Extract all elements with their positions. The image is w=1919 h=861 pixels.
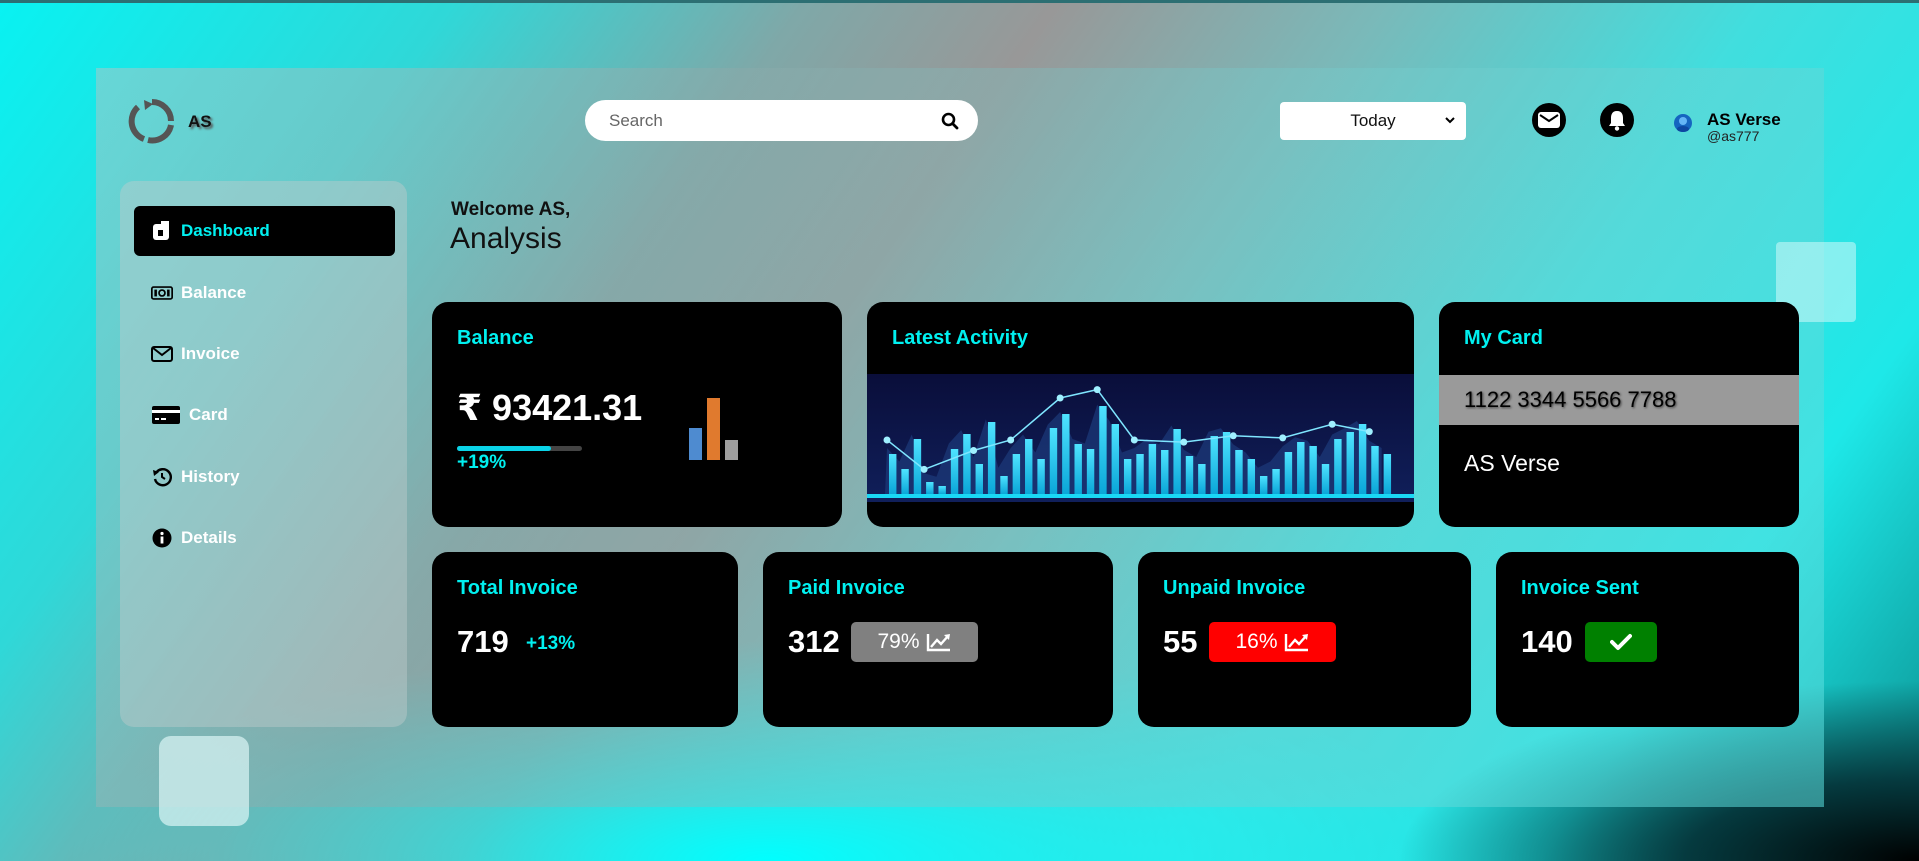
unpaid-invoice-value: 55 <box>1163 624 1198 659</box>
balance-change: +19% <box>457 452 507 473</box>
page-title: Analysis <box>450 222 562 255</box>
check-icon <box>1610 634 1632 650</box>
my-card: My Card 1122 3344 5566 7788 AS Verse <box>1439 302 1799 527</box>
sidebar-item-label: Card <box>189 405 228 424</box>
paid-invoice-percent: 79% <box>877 630 920 653</box>
sidebar-item-card[interactable]: Card <box>134 390 395 440</box>
card-title: Total Invoice <box>457 577 578 599</box>
invoice-sent-badge <box>1585 622 1657 662</box>
card-title: Paid Invoice <box>788 577 905 599</box>
sidebar-item-invoice[interactable]: Invoice <box>134 329 395 379</box>
user-name: AS Verse <box>1707 110 1781 129</box>
trend-up-icon <box>926 634 950 652</box>
bell-icon <box>1609 111 1625 131</box>
sidebar-item-details[interactable]: Details <box>134 513 395 563</box>
sidebar-item-balance[interactable]: Balance <box>134 268 395 318</box>
trend-up-icon <box>1284 634 1308 652</box>
card-holder-name: AS Verse <box>1464 450 1560 476</box>
money-icon <box>151 283 173 303</box>
brand-name: AS <box>188 112 212 131</box>
decorative-square <box>159 736 249 826</box>
balance-value: ₹ 93421.31 <box>457 387 643 428</box>
total-invoice-card: Total Invoice 719 +13% <box>432 552 738 727</box>
avatar[interactable] <box>1673 113 1693 133</box>
paid-invoice-value: 312 <box>788 624 840 659</box>
balance-card: Balance ₹ 93421.31 +19% <box>432 302 842 527</box>
card-title: Latest Activity <box>892 327 1028 349</box>
envelope-icon <box>151 344 173 364</box>
mail-button[interactable] <box>1532 103 1566 137</box>
card-title: Unpaid Invoice <box>1163 577 1306 599</box>
search-input[interactable] <box>609 110 940 131</box>
bar-chart-icon <box>689 398 738 460</box>
balance-progress-fill <box>457 446 551 451</box>
search-bar[interactable] <box>585 100 978 141</box>
card-title: Invoice Sent <box>1521 577 1639 599</box>
paid-invoice-badge: 79% <box>851 622 978 662</box>
top-border <box>0 0 1919 3</box>
card-title: Balance <box>457 327 534 349</box>
sidebar-item-label: Dashboard <box>181 221 270 240</box>
sidebar-item-label: Details <box>181 528 237 547</box>
invoice-sent-value: 140 <box>1521 624 1573 659</box>
search-icon[interactable] <box>940 111 960 131</box>
activity-card: Latest Activity <box>867 302 1414 527</box>
user-handle: @as777 <box>1707 128 1760 144</box>
mail-icon <box>1538 112 1560 128</box>
balance-progress <box>457 446 582 451</box>
history-icon <box>151 467 173 487</box>
logo-icon <box>128 99 174 144</box>
sidebar-item-history[interactable]: History <box>134 452 395 502</box>
card-number: 1122 3344 5566 7788 <box>1439 375 1799 425</box>
info-icon <box>151 528 173 548</box>
total-invoice-change: +13% <box>526 633 576 654</box>
unpaid-invoice-card: Unpaid Invoice 55 16% <box>1138 552 1471 727</box>
period-select-value: Today <box>1350 111 1396 130</box>
period-select[interactable]: Today <box>1280 102 1466 140</box>
activity-image <box>867 374 1414 502</box>
welcome-greeting: Welcome AS, <box>451 199 571 220</box>
sidebar-item-label: Balance <box>181 283 247 302</box>
paid-invoice-card: Paid Invoice 312 79% <box>763 552 1113 727</box>
invoice-sent-card: Invoice Sent 140 <box>1496 552 1799 727</box>
sidebar-item-label: Invoice <box>181 344 240 363</box>
unpaid-invoice-badge: 16% <box>1209 622 1336 662</box>
unpaid-invoice-percent: 16% <box>1235 630 1278 653</box>
notification-button[interactable] <box>1600 103 1634 137</box>
card-title: My Card <box>1464 327 1543 349</box>
chevron-down-icon <box>1445 117 1455 124</box>
total-invoice-value: 719 <box>457 624 509 659</box>
sidebar-item-dashboard[interactable]: Dashboard <box>134 206 395 256</box>
sidebar-item-label: History <box>181 467 240 486</box>
dashboard-icon <box>151 221 173 241</box>
credit-card-icon <box>151 405 181 425</box>
